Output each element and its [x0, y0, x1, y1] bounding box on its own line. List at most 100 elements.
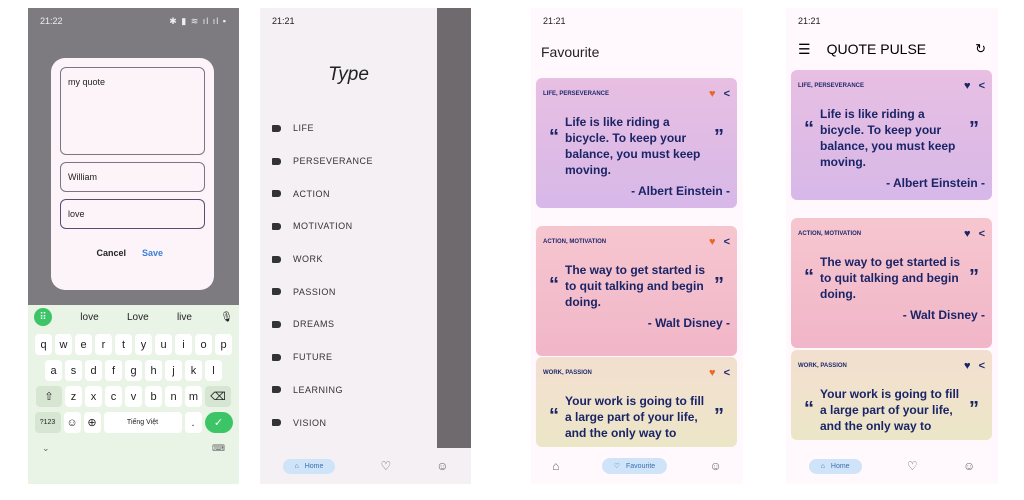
- heart-icon[interactable]: ♥: [964, 360, 971, 372]
- refresh-icon[interactable]: ↻: [975, 41, 986, 57]
- space-key[interactable]: Tiếng Việt: [103, 412, 182, 433]
- nav-home[interactable]: ⌂ Home: [282, 458, 336, 474]
- drawer-item[interactable]: LIFE: [260, 112, 437, 145]
- author-field[interactable]: William: [60, 162, 205, 192]
- label-icon: [272, 419, 281, 427]
- key[interactable]: r: [95, 334, 112, 355]
- quote-field[interactable]: my quote: [60, 67, 205, 155]
- smiley-icon[interactable]: ☺: [963, 459, 975, 473]
- type-field[interactable]: love: [60, 199, 205, 229]
- key[interactable]: j: [165, 360, 182, 381]
- drawer-item[interactable]: PERSEVERANCE: [260, 145, 437, 178]
- quote-category: ACTION, MOTIVATION: [543, 239, 607, 245]
- quote-card[interactable]: ACTION, MOTIVATION ♥ < “ The way to get star…: [791, 218, 992, 348]
- quote-card[interactable]: LIFE, PERSEVERANCE ♥ < “ Life is like riding…: [791, 70, 992, 200]
- nav-home-label: Home: [830, 462, 850, 470]
- quote-card[interactable]: ACTION, MOTIVATION ♥ < “ The way to get star…: [536, 226, 737, 356]
- drawer-item[interactable]: WORK: [260, 243, 437, 276]
- key[interactable]: u: [155, 334, 172, 355]
- drawer-scrim[interactable]: [437, 8, 471, 484]
- key[interactable]: s: [65, 360, 82, 381]
- drawer-item[interactable]: MOTIVATION: [260, 210, 437, 243]
- key[interactable]: y: [135, 334, 152, 355]
- add-quote-dialog: my quote William love Cancel Save: [51, 58, 214, 290]
- key[interactable]: p: [215, 334, 232, 355]
- key[interactable]: a: [45, 360, 62, 381]
- heart-icon[interactable]: ♥: [964, 80, 971, 92]
- quote-category: LIFE, PERSEVERANCE: [798, 83, 865, 89]
- heart-icon[interactable]: ♥: [709, 367, 716, 379]
- keyboard: ⠿ love Love live 🎙 qwertyuiop asdfghjkl …: [28, 305, 239, 484]
- quote-card[interactable]: WORK, PASSION ♥ < “ Your work is going to fi…: [791, 350, 992, 440]
- backspace-key[interactable]: ⌫: [205, 386, 231, 407]
- smiley-icon[interactable]: ☺: [710, 459, 722, 473]
- quote-text: Life is like riding a bicycle. To keep y…: [820, 107, 956, 169]
- drawer-item[interactable]: PASSION: [260, 275, 437, 308]
- drawer-item[interactable]: ACTION: [260, 177, 437, 210]
- key[interactable]: l: [205, 360, 222, 381]
- key[interactable]: g: [125, 360, 142, 381]
- key[interactable]: k: [185, 360, 202, 381]
- menu-icon[interactable]: ☰: [798, 41, 811, 58]
- drawer-item[interactable]: LEARNING: [260, 374, 437, 407]
- key[interactable]: t: [115, 334, 132, 355]
- share-icon[interactable]: <: [979, 80, 985, 92]
- share-icon[interactable]: <: [979, 360, 985, 372]
- heart-icon[interactable]: ♥: [964, 228, 971, 240]
- key[interactable]: b: [145, 386, 162, 407]
- close-quote-icon: ”: [714, 274, 724, 296]
- mic-icon[interactable]: 🎙: [220, 312, 233, 323]
- key[interactable]: e: [75, 334, 92, 355]
- key[interactable]: o: [195, 334, 212, 355]
- nav-favourite[interactable]: ♡ Favourite: [601, 458, 668, 474]
- cancel-button[interactable]: Cancel: [96, 248, 126, 258]
- favourite-screen: 21:21 Favourite LIFE, PERSEVERANCE ♥ < “ Lif…: [531, 8, 743, 484]
- heart-icon[interactable]: ♡: [380, 459, 391, 473]
- share-icon[interactable]: <: [979, 228, 985, 240]
- heart-icon[interactable]: ♥: [709, 88, 716, 100]
- heart-icon: ♡: [613, 463, 621, 470]
- hide-keyboard-icon[interactable]: ⌄: [42, 443, 50, 454]
- keyboard-icon[interactable]: ⌨: [212, 443, 225, 454]
- emoji-key[interactable]: ☺: [63, 412, 81, 433]
- key[interactable]: n: [165, 386, 182, 407]
- heart-icon[interactable]: ♡: [907, 459, 918, 473]
- drawer-item[interactable]: VISION: [260, 406, 437, 439]
- heart-icon[interactable]: ♥: [709, 236, 716, 248]
- apps-icon[interactable]: ⠿: [34, 308, 52, 326]
- key[interactable]: m: [185, 386, 202, 407]
- home-icon[interactable]: ⌂: [552, 459, 559, 473]
- quote-card[interactable]: WORK, PASSION ♥ < “ Your work is going to fi…: [536, 357, 737, 447]
- suggestion-2[interactable]: Love: [127, 312, 149, 323]
- status-bar: 21:21: [260, 8, 437, 34]
- key[interactable]: h: [145, 360, 162, 381]
- key[interactable]: i: [175, 334, 192, 355]
- drawer-item[interactable]: FUTURE: [260, 341, 437, 374]
- share-icon[interactable]: <: [724, 236, 730, 248]
- drawer-item[interactable]: DREAMS: [260, 308, 437, 341]
- key[interactable]: x: [85, 386, 102, 407]
- home-screen: 21:21 ☰ QUOTE PULSE ↻ LIFE, PERSEVERANCE…: [786, 8, 998, 484]
- key[interactable]: f: [105, 360, 122, 381]
- nav-home-label: Home: [304, 462, 324, 470]
- share-icon[interactable]: <: [724, 88, 730, 100]
- key[interactable]: q: [35, 334, 52, 355]
- key[interactable]: z: [65, 386, 82, 407]
- save-button[interactable]: Save: [142, 248, 163, 258]
- suggestion-1[interactable]: love: [80, 312, 98, 323]
- suggestion-3[interactable]: live: [177, 312, 192, 323]
- close-quote-icon: ”: [969, 118, 979, 140]
- share-icon[interactable]: <: [724, 367, 730, 379]
- key[interactable]: v: [125, 386, 142, 407]
- shift-key[interactable]: ⇧: [36, 386, 62, 407]
- globe-icon[interactable]: ⊕: [83, 412, 101, 433]
- nav-home[interactable]: ⌂ Home: [808, 458, 862, 474]
- period-key[interactable]: .: [184, 412, 202, 433]
- enter-key[interactable]: ✓: [204, 412, 233, 433]
- key[interactable]: w: [55, 334, 72, 355]
- symbols-key[interactable]: ?123: [34, 412, 61, 433]
- key[interactable]: d: [85, 360, 102, 381]
- quote-card[interactable]: LIFE, PERSEVERANCE ♥ < “ Life is like riding…: [536, 78, 737, 208]
- smiley-icon[interactable]: ☺: [436, 459, 448, 473]
- key[interactable]: c: [105, 386, 122, 407]
